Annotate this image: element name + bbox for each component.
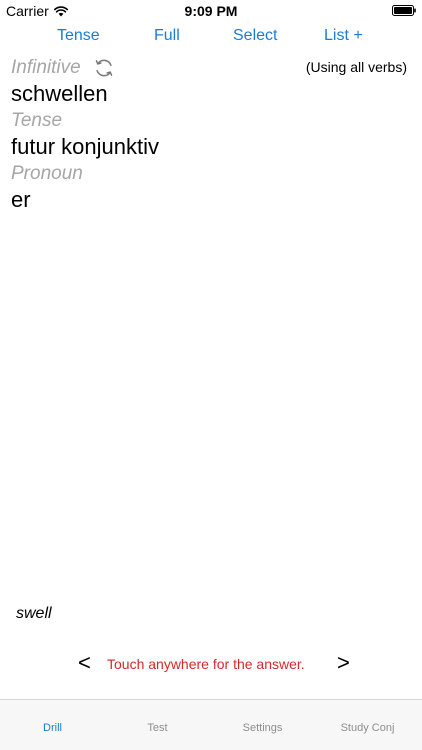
drill-screen[interactable]: Carrier 9:09 PM Tense Full Select List +… (0, 0, 422, 750)
tab-drill[interactable]: Drill (0, 722, 105, 734)
top-toolbar: Tense Full Select List + (0, 24, 422, 50)
full-button[interactable]: Full (154, 27, 180, 45)
tense-label: Tense (11, 110, 63, 131)
tab-settings[interactable]: Settings (210, 722, 315, 734)
pronoun-value: er (11, 187, 31, 212)
infinitive-value: schwellen (11, 81, 108, 106)
tab-bar: Drill Test Settings Study Conj (0, 699, 422, 750)
answer-hint[interactable]: Touch anywhere for the answer. (107, 656, 305, 672)
tab-study-conj[interactable]: Study Conj (315, 722, 420, 734)
status-bar: Carrier 9:09 PM (0, 0, 422, 22)
pronoun-label: Pronoun (11, 163, 83, 184)
verb-scope-note: (Using all verbs) (305, 59, 407, 75)
infinitive-label: Infinitive (11, 57, 81, 78)
previous-button[interactable]: < (78, 650, 91, 676)
translation-text: swell (16, 605, 52, 622)
refresh-icon[interactable] (93, 57, 115, 79)
navigation-row: < Touch anywhere for the answer. > (0, 650, 422, 678)
next-button[interactable]: > (337, 650, 350, 676)
tab-test[interactable]: Test (105, 722, 210, 734)
tense-value: futur konjunktiv (11, 134, 159, 159)
tense-button[interactable]: Tense (57, 27, 100, 45)
list-plus-button[interactable]: List + (324, 27, 363, 45)
select-button[interactable]: Select (233, 27, 277, 45)
battery-icon (392, 5, 416, 16)
clock: 9:09 PM (184, 3, 238, 19)
